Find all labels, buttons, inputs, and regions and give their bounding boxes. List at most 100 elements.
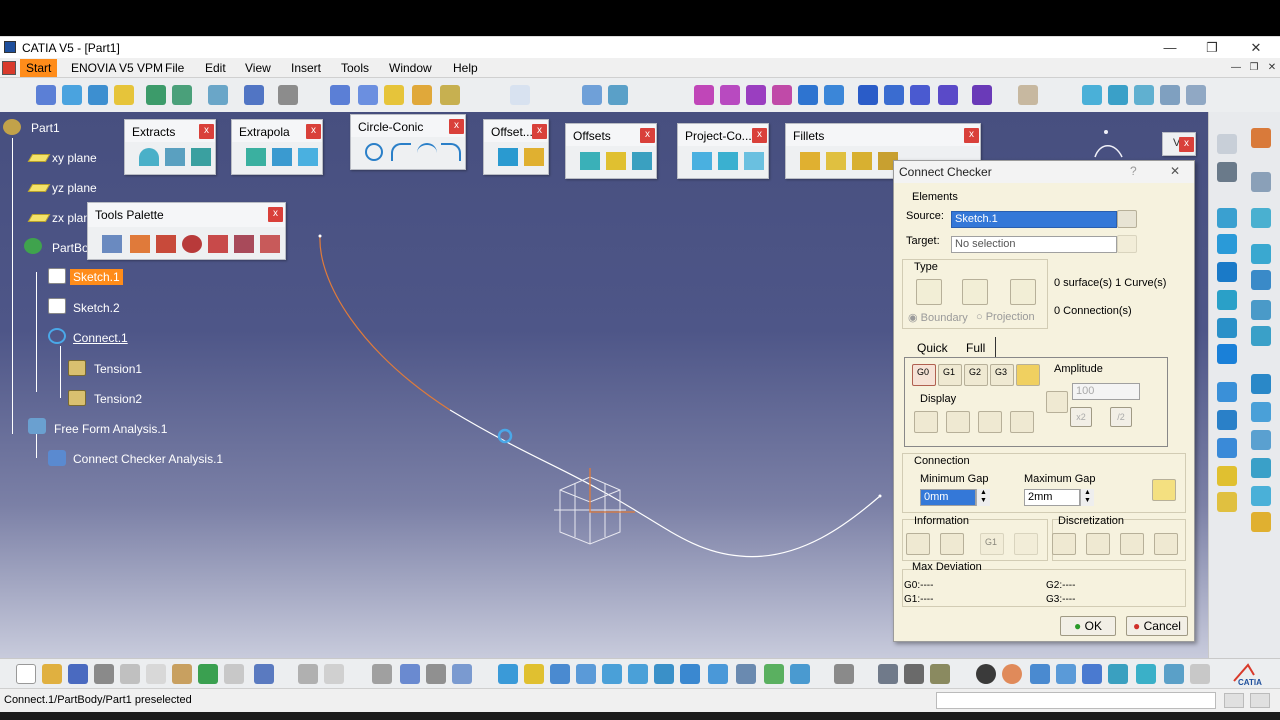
quick-view-icon[interactable]	[680, 664, 700, 684]
discretization-coarse-icon[interactable]	[1086, 533, 1110, 555]
law-icon[interactable]	[400, 664, 420, 684]
knowledge-icon[interactable]	[452, 664, 472, 684]
cylinder-icon[interactable]	[884, 85, 904, 105]
tree-xy-plane[interactable]: xy plane	[52, 151, 97, 165]
projection-icon[interactable]	[692, 152, 712, 170]
close-icon[interactable]: x	[964, 128, 979, 143]
status-icon[interactable]	[1224, 693, 1244, 708]
close-icon[interactable]: x	[532, 124, 547, 139]
tree-tension1[interactable]: Tension1	[94, 362, 142, 376]
measure-icon[interactable]	[440, 85, 460, 105]
auto-scale-icon[interactable]	[1046, 391, 1068, 413]
swap-icon[interactable]	[764, 664, 784, 684]
help-icon[interactable]	[254, 664, 274, 684]
rotate-icon[interactable]	[576, 664, 596, 684]
grid-toolbar-icon[interactable]	[1082, 664, 1102, 684]
grid-icon[interactable]	[358, 85, 378, 105]
surface-tool-icon[interactable]	[1217, 290, 1237, 310]
compass-icon[interactable]	[1094, 145, 1123, 158]
min-gap-field[interactable]: 0mm	[920, 489, 976, 506]
tree-tension2[interactable]: Tension2	[94, 392, 142, 406]
menu-insert[interactable]: Insert	[291, 61, 321, 75]
rolling-offset-icon[interactable]	[632, 152, 652, 170]
shell-icon[interactable]	[824, 85, 844, 105]
tab-full[interactable]: Full	[966, 341, 985, 355]
point-tool-icon[interactable]	[1251, 172, 1271, 192]
extrude-icon[interactable]	[146, 85, 166, 105]
revolve-icon[interactable]	[172, 85, 192, 105]
tool-icon[interactable]	[1190, 664, 1210, 684]
tree-connect1[interactable]: Connect.1	[73, 331, 128, 345]
surface-tool-icon[interactable]	[1217, 344, 1237, 364]
curve-tool-icon[interactable]	[1251, 402, 1271, 422]
fit-all-icon[interactable]	[524, 664, 544, 684]
measure-item-icon[interactable]	[878, 664, 898, 684]
pad-icon[interactable]	[910, 85, 930, 105]
weight-icon[interactable]	[930, 664, 950, 684]
amplitude-field[interactable]: 100	[1072, 383, 1140, 400]
tree-yz-plane[interactable]: yz plane	[52, 181, 97, 195]
curve-tool-icon[interactable]	[1217, 410, 1237, 430]
plane-icon[interactable]	[114, 85, 134, 105]
discretization-fine-icon[interactable]	[1154, 533, 1178, 555]
display-full-color-icon[interactable]	[946, 411, 970, 433]
graph-icon[interactable]	[510, 85, 530, 105]
extrapolate-surface-icon[interactable]	[298, 148, 318, 166]
curve-tool-icon[interactable]	[1251, 486, 1271, 506]
cut-icon[interactable]	[120, 664, 140, 684]
connection-marker[interactable]	[497, 428, 513, 444]
min-gap-spinner[interactable]: ▲ ▼	[976, 489, 990, 506]
multisection-icon[interactable]	[772, 85, 792, 105]
shape-fillet-icon[interactable]	[800, 152, 820, 170]
surface-icon[interactable]	[694, 85, 714, 105]
cube-toolbar-icon[interactable]	[1136, 664, 1156, 684]
overlap-icon[interactable]	[1016, 364, 1040, 386]
select-icon[interactable]	[608, 85, 628, 105]
surface-tool-icon[interactable]	[1251, 270, 1271, 290]
zoom-in-icon[interactable]	[602, 664, 622, 684]
curve-curve-type-icon[interactable]	[916, 279, 942, 305]
palette-tool-icon[interactable]	[130, 235, 150, 253]
surface-curve-type-icon[interactable]	[962, 279, 988, 305]
catalog-icon[interactable]	[426, 664, 446, 684]
view-icon[interactable]	[1108, 85, 1128, 105]
settings-icon[interactable]	[1018, 85, 1038, 105]
cube-toolbar-icon[interactable]	[1164, 664, 1184, 684]
amplitude-div2-button[interactable]: /2	[1110, 407, 1132, 427]
surface-tool-icon[interactable]	[1217, 318, 1237, 338]
doc-minimize-button[interactable]: —	[1226, 59, 1246, 77]
mirror-icon[interactable]	[1134, 85, 1154, 105]
g0-button[interactable]: G0	[912, 364, 936, 386]
save-icon[interactable]	[68, 664, 88, 684]
variable-offset-icon[interactable]	[524, 148, 544, 166]
palette-tool-icon[interactable]	[208, 235, 228, 253]
menu-view[interactable]: View	[245, 61, 271, 75]
g3-button[interactable]: G3	[990, 364, 1014, 386]
dialog-close-button[interactable]: ✕	[1170, 164, 1180, 178]
amplitude-x2-button[interactable]: x2	[1070, 407, 1092, 427]
new-icon[interactable]	[16, 664, 36, 684]
extract-icon[interactable]	[165, 148, 185, 166]
comment-icon[interactable]	[324, 664, 344, 684]
g2-button[interactable]: G2	[964, 364, 988, 386]
close-button[interactable]: ✕	[1246, 39, 1266, 57]
connect-curve-icon[interactable]	[417, 143, 437, 161]
projection-radio[interactable]: ○ Projection	[976, 311, 1035, 323]
print-icon[interactable]	[94, 664, 114, 684]
close-icon[interactable]: x	[199, 124, 214, 139]
palette-tool-icon[interactable]	[102, 235, 122, 253]
render-icon[interactable]	[1082, 85, 1102, 105]
boolean-icon[interactable]	[972, 85, 992, 105]
palette-tool-icon[interactable]	[156, 235, 176, 253]
surface-tool-icon[interactable]	[1217, 262, 1237, 282]
select-arrow-icon[interactable]	[1217, 134, 1237, 154]
surface-surface-type-icon[interactable]	[1010, 279, 1036, 305]
display-limited-color-icon[interactable]	[914, 411, 938, 433]
g2-info-icon[interactable]	[1014, 533, 1038, 555]
target-field[interactable]: No selection	[951, 236, 1117, 253]
view-mode-icon[interactable]	[790, 664, 810, 684]
palette-tool-icon[interactable]	[182, 235, 202, 253]
close-icon[interactable]: x	[640, 128, 655, 143]
close-icon[interactable]: x	[306, 124, 321, 139]
boundary-radio[interactable]: ◉ Boundary	[908, 311, 968, 324]
